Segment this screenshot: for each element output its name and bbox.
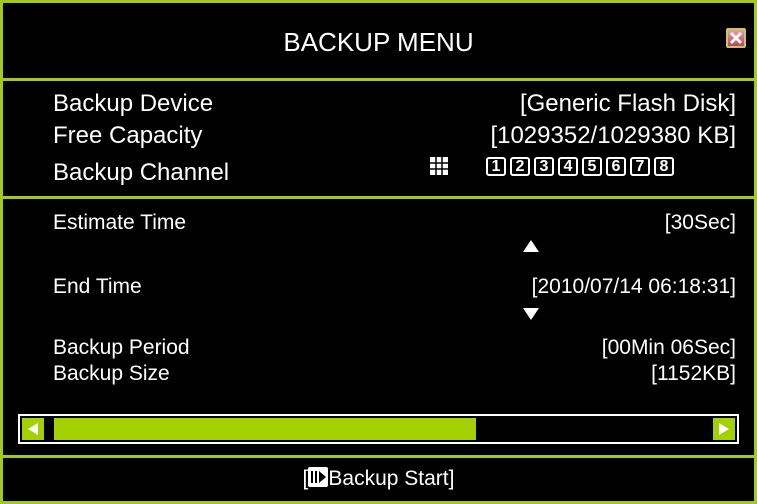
channel-7-toggle[interactable]: 7 (630, 157, 650, 176)
arrow-up-icon[interactable] (523, 240, 539, 252)
backup-period-label: Backup Period (53, 336, 190, 359)
channel-8-toggle[interactable]: 8 (654, 157, 674, 176)
backup-menu-window: BACKUP MENU Backup Device [Generic Flash… (0, 0, 757, 504)
channel-5-toggle[interactable]: 5 (582, 157, 602, 176)
scroll-left-icon[interactable] (22, 418, 44, 440)
estimate-time-label: Estimate Time (53, 211, 187, 234)
backup-device-value[interactable]: [Generic Flash Disk] (520, 90, 736, 118)
channel-2-toggle[interactable]: 2 (510, 157, 530, 176)
backup-period-value: [00Min 06Sec] (601, 336, 736, 359)
free-capacity-label: Free Capacity (53, 122, 203, 149)
channel-6-toggle[interactable]: 6 (606, 157, 626, 176)
play-icon (308, 467, 329, 487)
divider (3, 455, 754, 458)
channel-selector: 12345678 (486, 157, 678, 176)
backup-size-value: [1152KB] (651, 362, 736, 385)
estimate-time-value: [30Sec] (664, 211, 736, 234)
channel-1-toggle[interactable]: 1 (486, 157, 506, 176)
grid-icon[interactable] (430, 157, 448, 175)
arrow-down-icon[interactable] (523, 308, 539, 320)
divider (3, 78, 754, 81)
scroll-right-icon[interactable] (713, 418, 735, 440)
progress-fill (54, 418, 476, 440)
backup-start-button[interactable]: [Backup Start] (3, 466, 754, 492)
channel-3-toggle[interactable]: 3 (534, 157, 554, 176)
end-time-value[interactable]: [2010/07/14 06:18:31] (532, 275, 736, 299)
channel-4-toggle[interactable]: 4 (558, 157, 578, 176)
close-icon[interactable] (726, 28, 746, 48)
progress-bar[interactable] (18, 414, 739, 444)
end-time-label: End Time (53, 275, 142, 298)
backup-device-label: Backup Device (53, 90, 214, 117)
backup-channel-label: Backup Channel (53, 159, 230, 186)
backup-size-label: Backup Size (53, 362, 170, 385)
divider (3, 196, 754, 199)
menu-title: BACKUP MENU (283, 27, 474, 57)
free-capacity-value: [1029352/1029380 KB] (490, 122, 736, 149)
backup-start-label: Backup Start] (328, 467, 455, 490)
